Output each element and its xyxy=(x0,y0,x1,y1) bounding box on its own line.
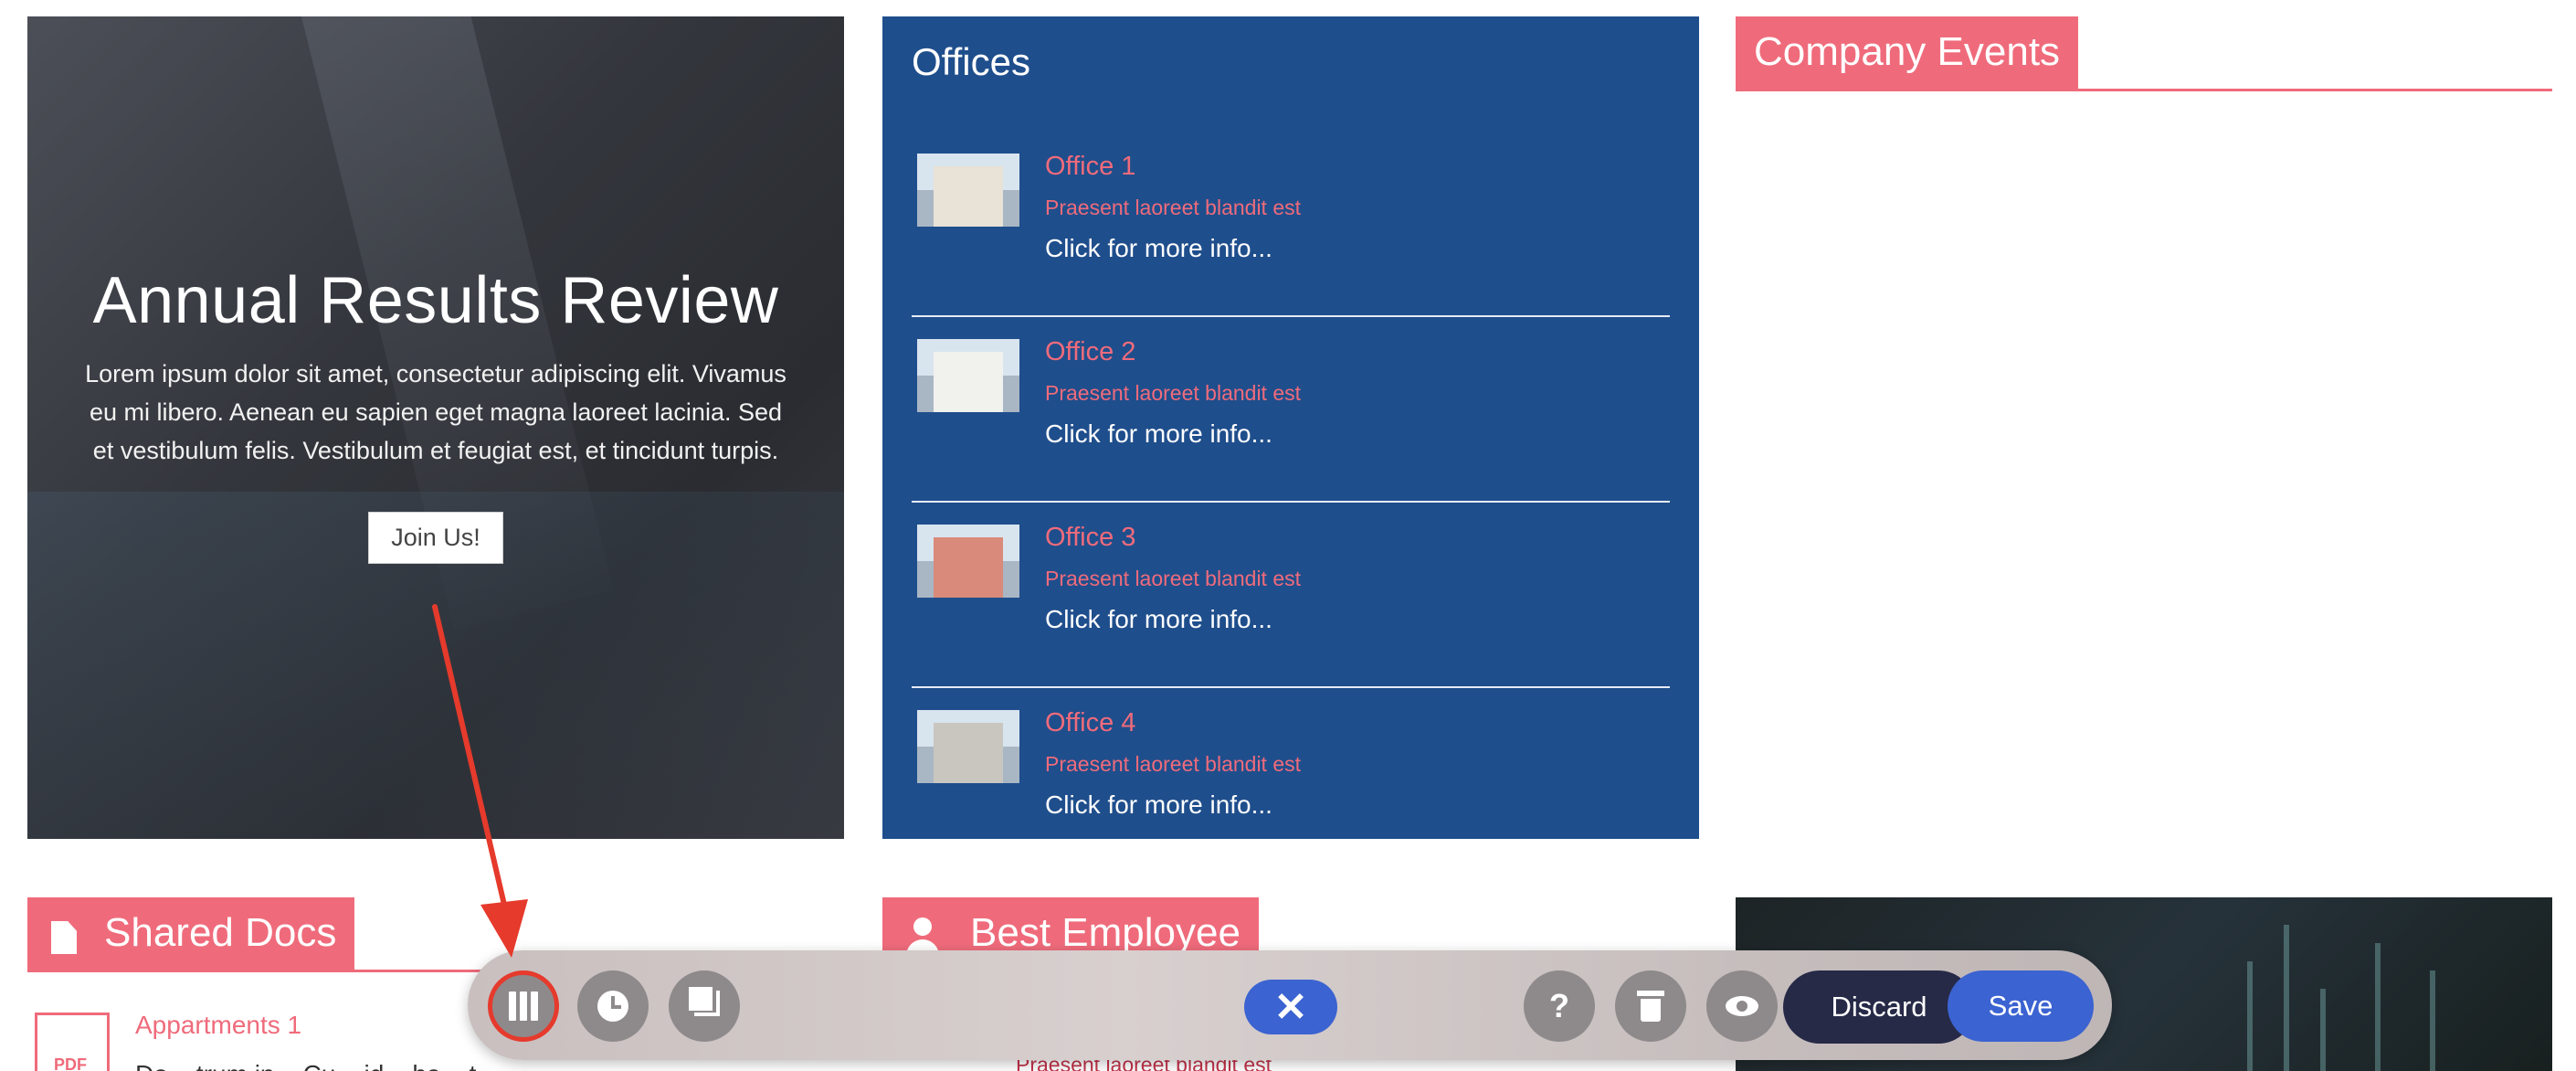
office-item[interactable]: Office 4 Praesent laoreet blandit est Cl… xyxy=(912,688,1670,839)
office-thumbnail xyxy=(917,525,1019,598)
eye-icon xyxy=(1726,996,1758,1016)
join-us-button[interactable]: Join Us! xyxy=(368,512,503,564)
office-more-link[interactable]: Click for more info... xyxy=(1045,419,1272,449)
office-subtitle: Praesent laoreet blandit est xyxy=(1045,381,1302,405)
company-events-header: Company Events xyxy=(1736,16,2552,91)
person-icon xyxy=(906,917,939,956)
copy-button[interactable] xyxy=(669,970,740,1042)
close-button[interactable]: ✕ xyxy=(1244,980,1337,1034)
document-icon xyxy=(51,921,77,954)
office-more-link[interactable]: Click for more info... xyxy=(1045,605,1272,634)
office-item[interactable]: Office 1 Praesent laoreet blandit est Cl… xyxy=(912,132,1670,317)
office-name[interactable]: Office 3 xyxy=(1045,523,1135,553)
history-button[interactable] xyxy=(577,970,649,1042)
editor-toolbar: ✕ ? Discard Save xyxy=(468,950,2112,1060)
help-button[interactable]: ? xyxy=(1524,970,1595,1042)
office-item[interactable]: Office 2 Praesent laoreet blandit est Cl… xyxy=(912,317,1670,503)
layout-columns-button[interactable] xyxy=(488,970,559,1042)
office-name[interactable]: Office 1 xyxy=(1045,152,1135,182)
office-more-link[interactable]: Click for more info... xyxy=(1045,790,1272,820)
office-thumbnail xyxy=(917,339,1019,412)
office-subtitle: Praesent laoreet blandit est xyxy=(1045,567,1302,590)
offices-panel: Offices Office 1 Praesent laoreet blandi… xyxy=(882,16,1699,839)
pdf-file-icon[interactable]: PDF xyxy=(35,1013,110,1071)
shared-docs-label: Shared Docs xyxy=(104,910,337,955)
doc-name[interactable]: Appartments 1 xyxy=(135,1011,301,1040)
hero-title: Annual Results Review xyxy=(92,264,779,337)
office-name[interactable]: Office 4 xyxy=(1045,708,1135,738)
save-button[interactable]: Save xyxy=(1948,970,2094,1042)
offices-title: Offices xyxy=(912,40,1030,83)
pdf-label: PDF xyxy=(54,1055,87,1071)
delete-button[interactable] xyxy=(1615,970,1686,1042)
office-item[interactable]: Office 3 Praesent laoreet blandit est Cl… xyxy=(912,503,1670,688)
layout-columns-icon xyxy=(509,991,516,1021)
close-icon: ✕ xyxy=(1273,984,1308,1030)
hero-text: Lorem ipsum dolor sit amet, consectetur … xyxy=(85,360,787,464)
shared-docs-title: Shared Docs xyxy=(27,897,355,970)
office-subtitle: Praesent laoreet blandit est xyxy=(1045,196,1302,219)
office-name[interactable]: Office 2 xyxy=(1045,337,1135,367)
office-subtitle: Praesent laoreet blandit est xyxy=(1045,752,1302,776)
office-thumbnail xyxy=(917,710,1019,783)
hero-content: Annual Results Review Lorem ipsum dolor … xyxy=(27,263,844,564)
doc-description: Do... trum in... Cu... id... ha... t xyxy=(135,1060,476,1071)
company-events-title: Company Events xyxy=(1736,16,2079,90)
discard-button[interactable]: Discard xyxy=(1783,970,1975,1044)
office-thumbnail xyxy=(917,154,1019,227)
trash-icon xyxy=(1637,991,1664,1022)
editor-page: Annual Results Review Lorem ipsum dolor … xyxy=(0,0,2576,1071)
hero-banner: Annual Results Review Lorem ipsum dolor … xyxy=(27,16,844,839)
history-clock-icon xyxy=(597,991,628,1022)
help-icon: ? xyxy=(1549,987,1569,1024)
best-employee-label: Best Employee xyxy=(970,910,1240,955)
preview-button[interactable] xyxy=(1706,970,1778,1042)
office-more-link[interactable]: Click for more info... xyxy=(1045,234,1272,263)
